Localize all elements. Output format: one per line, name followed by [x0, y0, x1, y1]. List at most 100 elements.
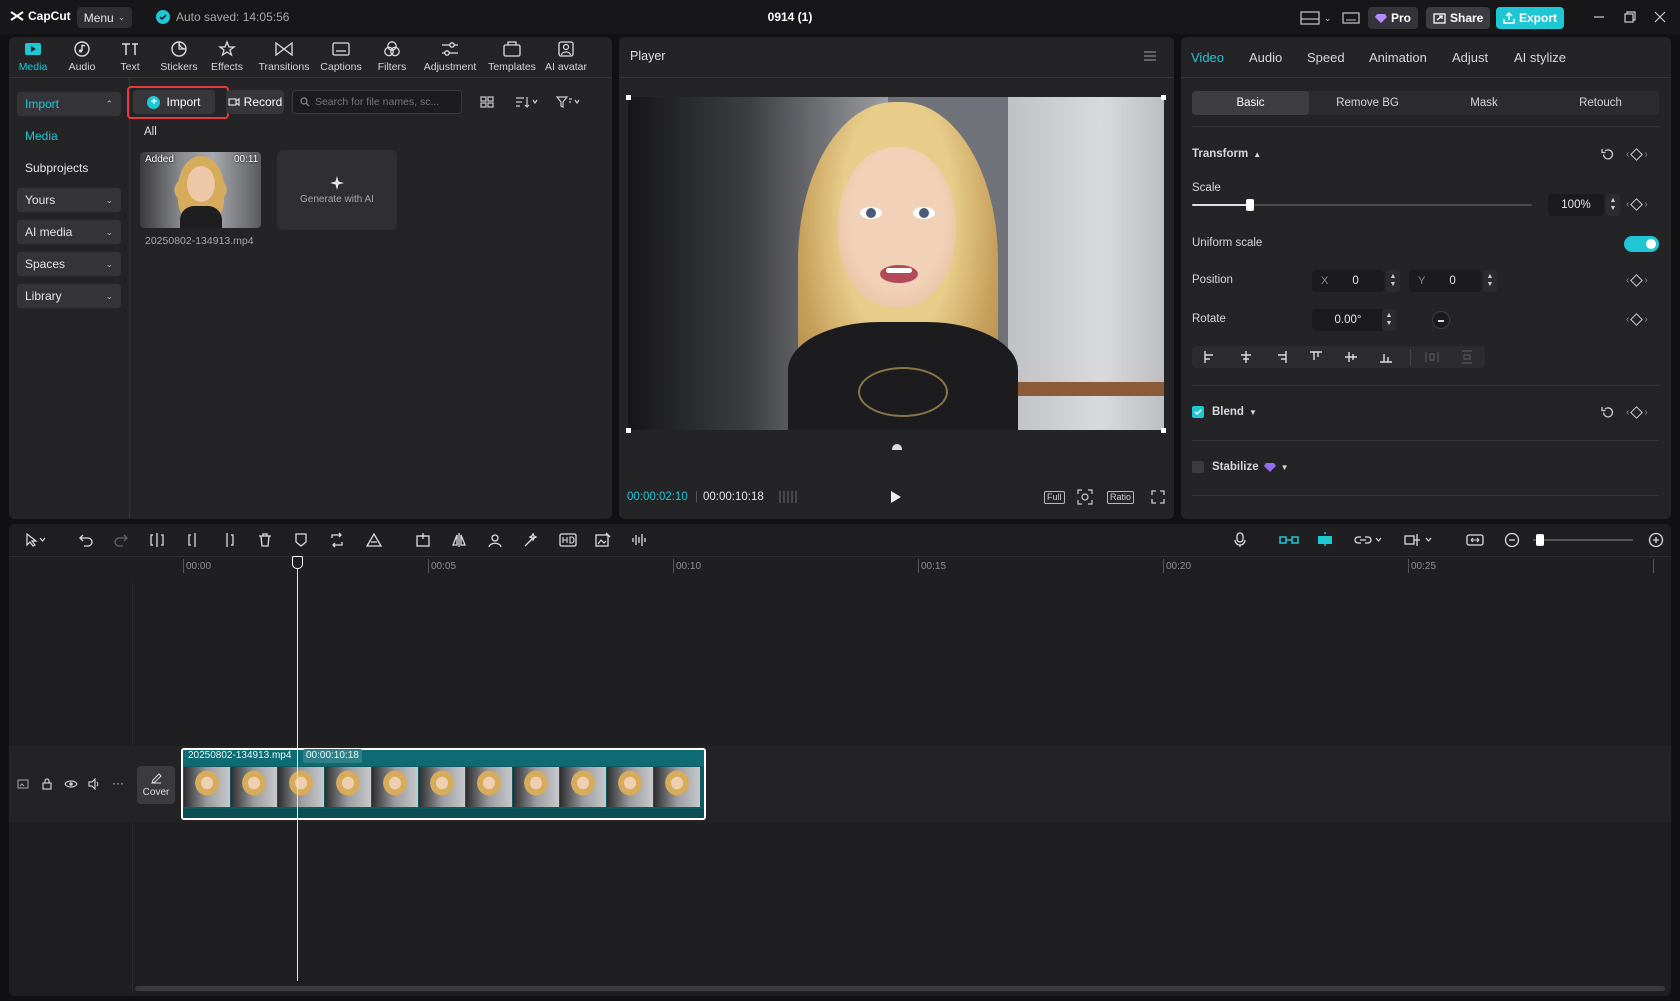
- restore-icon[interactable]: [1624, 11, 1636, 23]
- tool-filters[interactable]: Filters: [368, 40, 416, 76]
- keyboard-icon[interactable]: [1341, 11, 1360, 25]
- position-y-field[interactable]: Y 0: [1409, 270, 1481, 292]
- cover-button[interactable]: Cover: [137, 766, 175, 804]
- preview-axis-tool[interactable]: [1400, 531, 1438, 549]
- close-icon[interactable]: [1654, 11, 1666, 23]
- tab-animation[interactable]: Animation: [1369, 50, 1427, 65]
- blend-checkbox[interactable]: [1192, 406, 1204, 418]
- tab-audio[interactable]: Audio: [1249, 50, 1282, 65]
- align-left-icon[interactable]: [1203, 350, 1217, 364]
- align-bottom-icon[interactable]: [1379, 350, 1393, 364]
- zoom-slider-track[interactable]: [1533, 539, 1633, 541]
- more-options-icon[interactable]: ···: [112, 776, 124, 790]
- search-input[interactable]: [314, 96, 454, 108]
- zoom-out-icon[interactable]: [1504, 531, 1520, 549]
- filter-all-label[interactable]: All: [144, 126, 157, 138]
- magic-wand-icon[interactable]: [523, 531, 539, 549]
- export-button[interactable]: Export: [1496, 7, 1565, 29]
- rotate-value-field[interactable]: 0.00°: [1312, 309, 1384, 331]
- tool-effects[interactable]: Effects: [203, 40, 251, 76]
- stabilize-section-header[interactable]: Stabilize ▼: [1212, 461, 1289, 473]
- redo-icon[interactable]: [113, 531, 129, 549]
- lock-icon[interactable]: [41, 778, 53, 790]
- scale-stepper[interactable]: ▲ ▼: [1606, 194, 1620, 216]
- layout-icon[interactable]: [1300, 11, 1320, 25]
- timeline-fit-icon[interactable]: [1466, 531, 1484, 549]
- playhead-handle[interactable]: [292, 556, 303, 569]
- split-icon[interactable]: [149, 531, 165, 549]
- reset-icon[interactable]: [1601, 406, 1614, 419]
- keyframe-control[interactable]: ‹ ›: [1626, 198, 1648, 211]
- sidebar-item-import[interactable]: Import ⌃: [17, 92, 121, 116]
- trash-icon[interactable]: [257, 531, 273, 549]
- tool-audio[interactable]: Audio: [58, 40, 106, 76]
- timecode-grid-icon[interactable]: [778, 490, 800, 504]
- resize-handle[interactable]: [1161, 95, 1166, 100]
- keyframe-control[interactable]: ‹ ›: [1626, 274, 1648, 287]
- media-search[interactable]: [292, 90, 462, 114]
- share-button[interactable]: Share: [1426, 7, 1491, 29]
- sidebar-item-ai-media[interactable]: AI media ⌄: [17, 220, 121, 244]
- tool-templates[interactable]: Templates: [484, 40, 540, 76]
- filter-icon[interactable]: [556, 95, 582, 109]
- main-track-magnet-icon[interactable]: [1279, 531, 1299, 549]
- full-quality-button[interactable]: Full: [1044, 491, 1065, 504]
- tab-speed[interactable]: Speed: [1307, 50, 1345, 65]
- subtab-retouch[interactable]: Retouch: [1542, 91, 1659, 115]
- hd-enhance-icon[interactable]: [559, 531, 577, 549]
- menu-button[interactable]: Menu ⌄: [77, 7, 132, 28]
- tool-transitions[interactable]: Transitions: [256, 40, 312, 76]
- volume-icon[interactable]: [88, 778, 102, 790]
- subtab-remove-bg[interactable]: Remove BG: [1309, 91, 1426, 115]
- subtab-mask[interactable]: Mask: [1426, 91, 1542, 115]
- resize-handle[interactable]: [626, 95, 631, 100]
- rotate-stepper[interactable]: ▲ ▼: [1382, 309, 1396, 331]
- tool-adjustment[interactable]: Adjustment: [420, 40, 480, 76]
- align-middle-icon[interactable]: [1344, 350, 1358, 364]
- rotate-dial[interactable]: [1432, 311, 1450, 329]
- image-edit-icon[interactable]: [595, 531, 611, 549]
- ratio-button[interactable]: Ratio: [1107, 491, 1135, 504]
- record-button[interactable]: Record: [226, 90, 284, 114]
- zoom-in-icon[interactable]: [1648, 531, 1664, 549]
- resize-handle[interactable]: [626, 428, 631, 433]
- align-center-h-icon[interactable]: [1239, 350, 1253, 364]
- select-tool[interactable]: [18, 531, 54, 549]
- sidebar-item-media[interactable]: Media: [17, 124, 121, 148]
- delete-left-icon[interactable]: [185, 531, 201, 549]
- blend-section-header[interactable]: Blend ▼: [1212, 406, 1257, 418]
- position-x-stepper[interactable]: ▲ ▼: [1386, 270, 1400, 292]
- loop-icon[interactable]: [329, 531, 345, 549]
- reset-icon[interactable]: [1601, 148, 1614, 161]
- remove-background-icon[interactable]: [487, 531, 503, 549]
- tab-video[interactable]: Video: [1191, 50, 1224, 65]
- tab-adjust[interactable]: Adjust: [1452, 50, 1488, 65]
- generate-with-ai-card[interactable]: Generate with AI: [277, 150, 397, 230]
- audio-wave-icon[interactable]: [631, 531, 647, 549]
- keyframe-control[interactable]: ‹ ›: [1626, 148, 1648, 161]
- play-icon[interactable]: [890, 490, 902, 504]
- zoom-slider-thumb[interactable]: [1536, 534, 1544, 546]
- subtab-basic[interactable]: Basic: [1192, 91, 1309, 115]
- microphone-icon[interactable]: [1233, 531, 1247, 549]
- scale-slider-thumb[interactable]: [1245, 199, 1254, 211]
- project-title[interactable]: 0914 (1): [740, 10, 840, 24]
- add-media-icon[interactable]: [415, 531, 431, 549]
- hamburger-menu-icon[interactable]: [1143, 50, 1157, 62]
- timeline-scrollbar[interactable]: [135, 986, 1665, 991]
- tool-text[interactable]: Text: [106, 40, 154, 76]
- mirror-icon[interactable]: [451, 531, 467, 549]
- stabilize-checkbox[interactable]: [1192, 461, 1204, 473]
- marker-icon[interactable]: [293, 531, 309, 549]
- tool-stickers[interactable]: Stickers: [155, 40, 203, 76]
- uniform-scale-toggle[interactable]: [1624, 236, 1659, 252]
- video-preview[interactable]: [628, 97, 1164, 430]
- pro-button[interactable]: Pro: [1368, 7, 1419, 29]
- sidebar-item-subprojects[interactable]: Subprojects: [17, 156, 121, 180]
- delete-right-icon[interactable]: [221, 531, 237, 549]
- sidebar-item-spaces[interactable]: Spaces ⌄: [17, 252, 121, 276]
- link-tool[interactable]: [1350, 531, 1388, 549]
- fullscreen-icon[interactable]: [1151, 490, 1165, 504]
- playhead-line[interactable]: [297, 561, 298, 981]
- position-x-field[interactable]: X 0: [1312, 270, 1384, 292]
